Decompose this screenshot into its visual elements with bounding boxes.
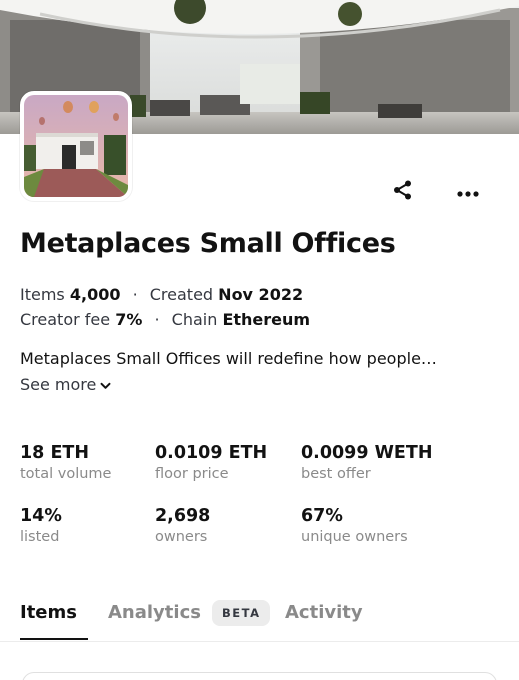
collection-meta-line-1: Items 4,000 · Created Nov 2022	[20, 285, 304, 304]
stat-value: 0.0099 WETH	[301, 443, 433, 463]
stat-label: owners	[155, 529, 208, 545]
stat-label: total volume	[20, 466, 112, 482]
more-horizontal-icon	[457, 183, 479, 202]
collection-title: Metaplaces Small Offices	[20, 228, 396, 259]
stat-value: 2,698	[155, 506, 211, 526]
stat-floor-price[interactable]: 0.0109 ETH floor price	[155, 443, 305, 482]
tab-analytics[interactable]: Analytics	[108, 602, 201, 623]
created-label: Created	[149, 285, 214, 304]
stat-label: floor price	[155, 466, 229, 482]
stat-best-offer[interactable]: 0.0099 WETH best offer	[301, 443, 451, 482]
items-label: Items	[20, 285, 65, 304]
beta-badge: BETA	[212, 600, 271, 626]
stat-owners[interactable]: 2,698 owners	[155, 506, 305, 545]
active-tab-indicator	[20, 638, 88, 640]
stat-label: unique owners	[301, 529, 408, 545]
creator-fee-value: 7%	[115, 310, 143, 329]
stat-label: best offer	[301, 466, 371, 482]
stat-value: 14%	[20, 506, 62, 526]
chain-value: Ethereum	[222, 310, 311, 329]
collection-meta-line-2: Creator fee 7% · Chain Ethereum	[20, 310, 311, 329]
share-button[interactable]	[389, 178, 417, 206]
tab-activity[interactable]: Activity	[285, 602, 363, 623]
stat-value: 67%	[301, 506, 343, 526]
see-more-button[interactable]: See more	[20, 375, 111, 394]
created-date: Nov 2022	[218, 285, 304, 304]
see-more-label: See more	[20, 375, 97, 394]
share-icon	[392, 179, 414, 205]
search-input[interactable]	[22, 672, 497, 680]
stat-label: listed	[20, 529, 60, 545]
creator-fee-label: Creator fee	[20, 310, 111, 329]
stat-unique-owners[interactable]: 67% unique owners	[301, 506, 451, 545]
stat-listed[interactable]: 14% listed	[20, 506, 170, 545]
chevron-down-icon	[100, 375, 111, 394]
collection-avatar	[20, 91, 132, 201]
tab-items[interactable]: Items	[20, 602, 77, 623]
chain-label: Chain	[171, 310, 218, 329]
stat-value: 18 ETH	[20, 443, 89, 463]
stat-total-volume[interactable]: 18 ETH total volume	[20, 443, 170, 482]
more-options-button[interactable]	[454, 178, 482, 206]
items-count: 4,000	[69, 285, 121, 304]
collection-description: Metaplaces Small Offices will redefine h…	[20, 349, 437, 368]
stat-value: 0.0109 ETH	[155, 443, 268, 463]
